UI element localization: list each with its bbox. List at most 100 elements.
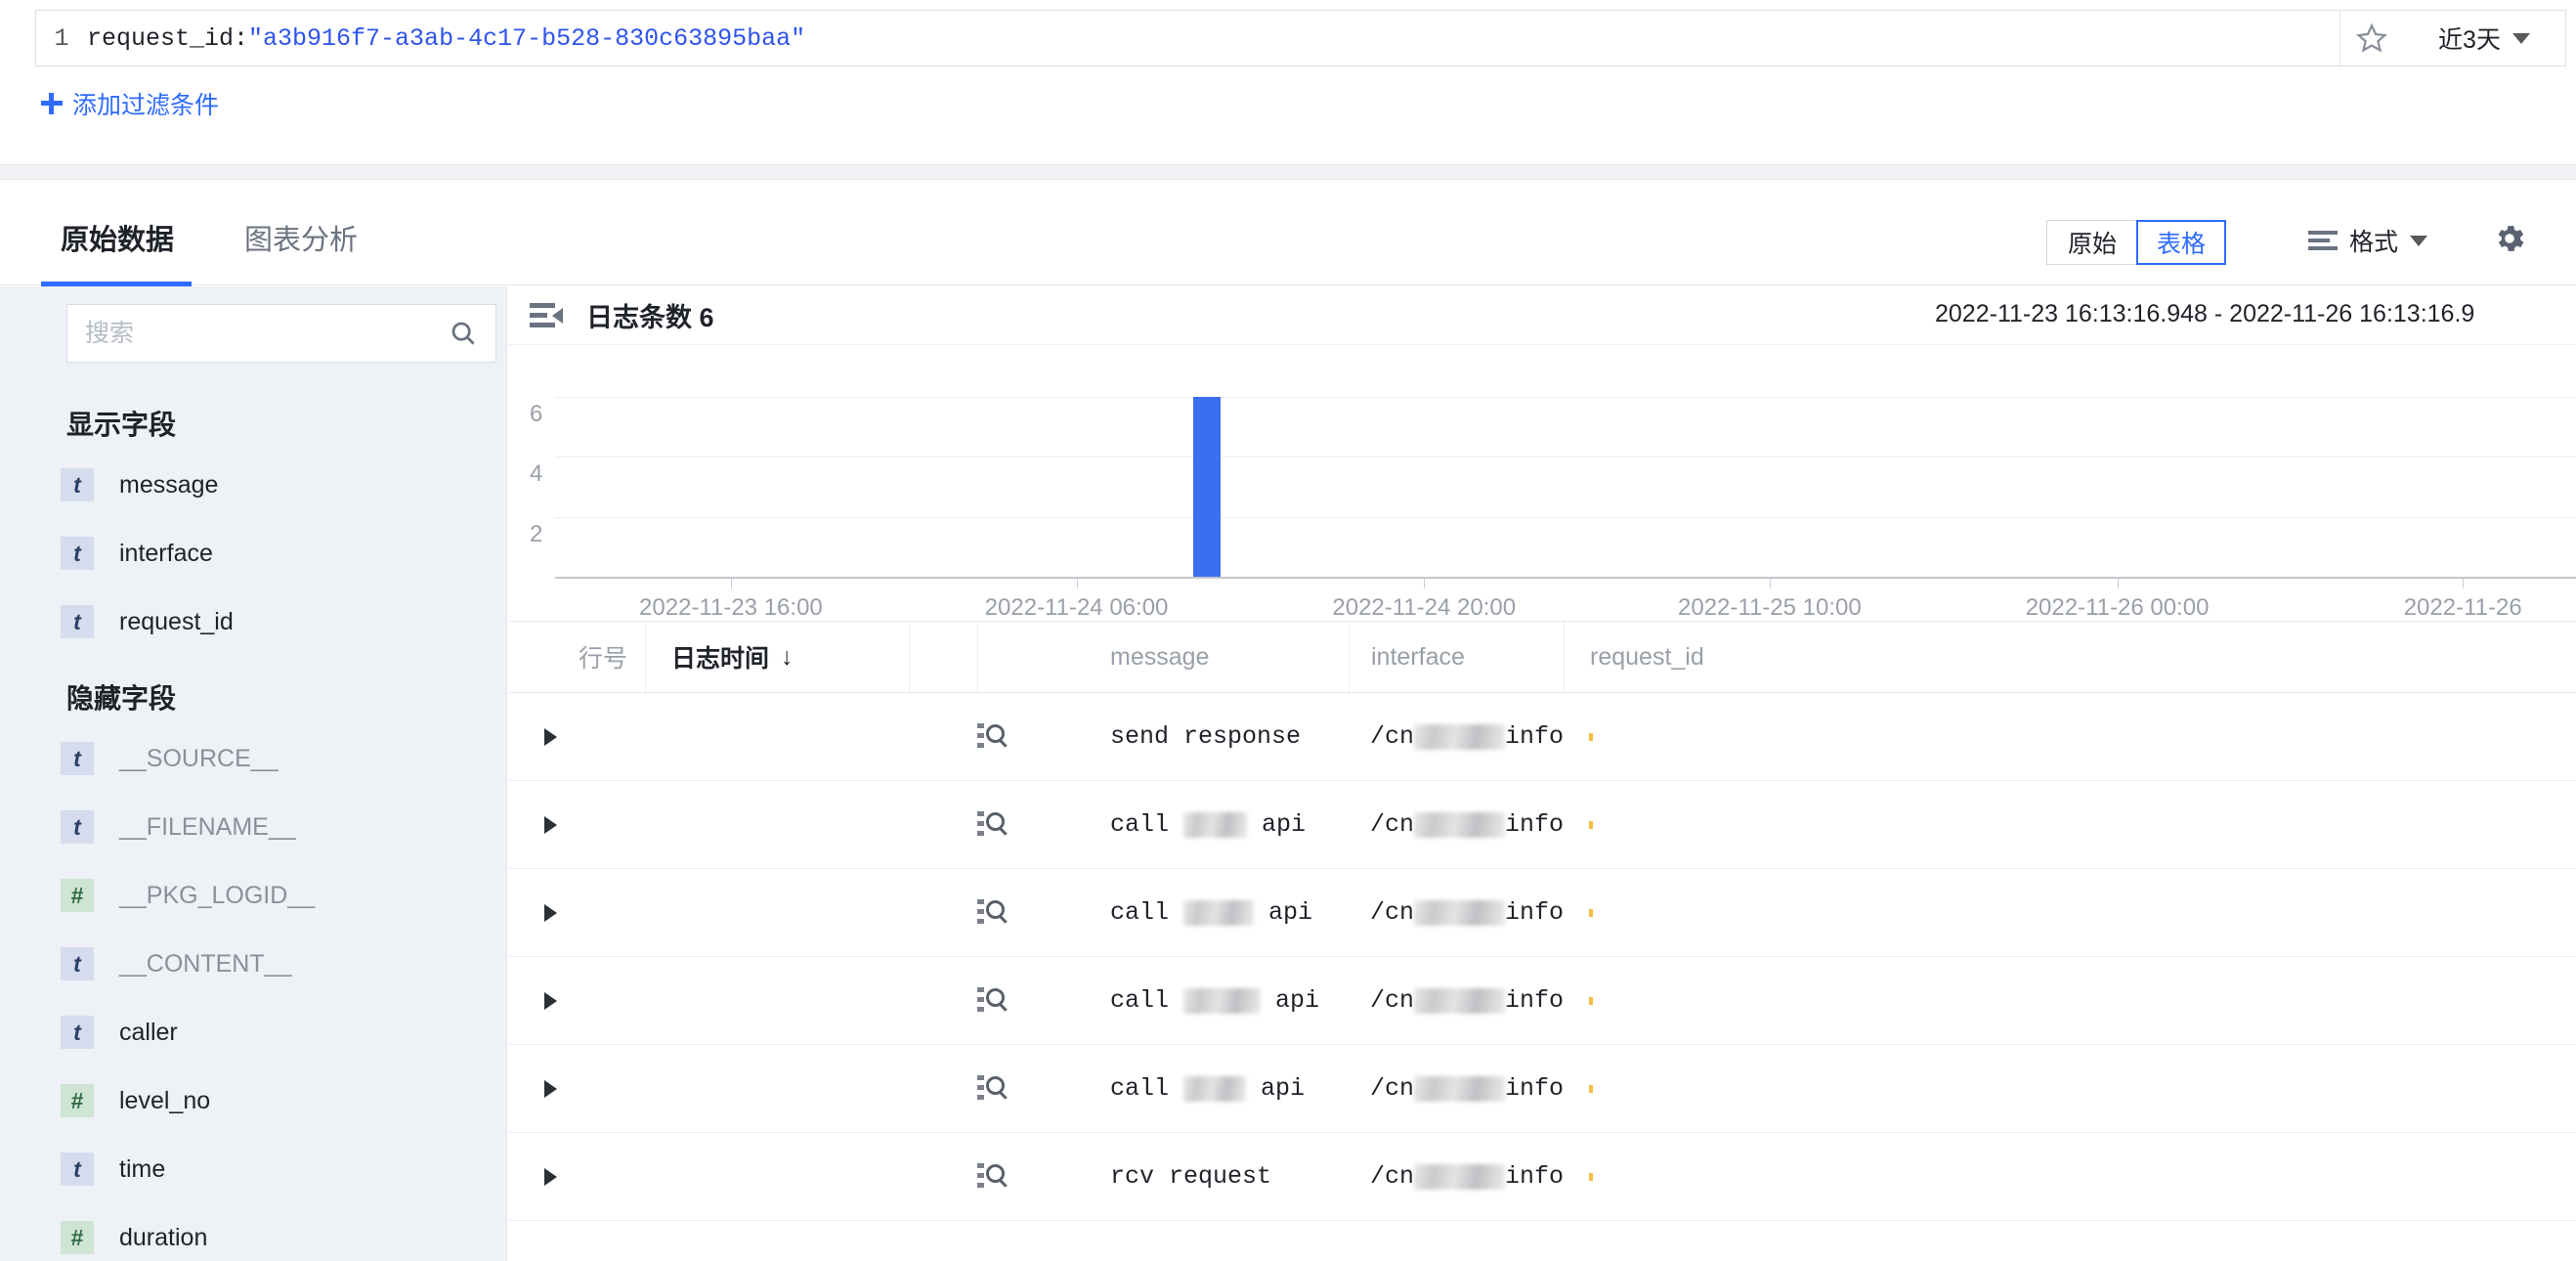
request-id-highlight: [1589, 908, 1593, 917]
field-row[interactable]: t message: [61, 451, 491, 519]
tab-chart-analysis[interactable]: 图表分析: [244, 217, 358, 258]
format-label: 格式: [2348, 229, 2398, 256]
chart-title: 日志条数 6: [586, 303, 714, 332]
interface-suffix: info: [1504, 722, 1564, 751]
field-row[interactable]: t __CONTENT__: [61, 930, 491, 998]
field-row[interactable]: t time: [61, 1135, 491, 1203]
redacted-text: [1183, 899, 1255, 926]
field-row[interactable]: t interface: [61, 519, 491, 587]
table-header-log-time[interactable]: 日志时间 ↓: [645, 621, 909, 693]
tab-raw-data[interactable]: 原始数据: [61, 217, 174, 258]
time-range-picker[interactable]: 近3天: [2403, 11, 2565, 65]
cell-query-action[interactable]: [977, 957, 1085, 1045]
cell-interface: /cn info: [1349, 693, 1564, 781]
field-name: __CONTENT__: [119, 949, 292, 978]
cell-row-no: [557, 957, 645, 1045]
search-detail-icon[interactable]: [977, 985, 1009, 1017]
redacted-text: [1414, 987, 1505, 1014]
table-row[interactable]: rcv request/cn info: [508, 1133, 2576, 1221]
text-field-icon: t: [61, 605, 94, 638]
interface-prefix: /cn: [1370, 810, 1415, 839]
star-icon[interactable]: [2340, 11, 2403, 65]
row-expand-toggle[interactable]: [508, 1045, 557, 1133]
field-row[interactable]: # duration: [61, 1203, 491, 1261]
text-field-icon: t: [61, 1152, 94, 1186]
cell-query-action[interactable]: [977, 869, 1085, 957]
field-name: interface: [119, 539, 213, 567]
search-input[interactable]: [85, 319, 449, 348]
view-mode-table[interactable]: 表格: [2136, 220, 2226, 265]
cell-query-action[interactable]: [977, 1045, 1085, 1133]
chart-gridline: [555, 516, 2576, 518]
format-button[interactable]: 格式: [2307, 223, 2427, 258]
cell-spacer: [909, 1045, 977, 1133]
message-suffix: api: [1246, 1074, 1306, 1103]
add-filter-label: 添加过滤条件: [72, 92, 220, 119]
field-row[interactable]: t request_id: [61, 587, 491, 656]
table-body: send response/cn info call api/cn info call …: [508, 693, 2576, 1221]
cell-row-no: [557, 693, 645, 781]
text-field-icon: t: [61, 810, 94, 844]
row-expand-toggle[interactable]: [508, 693, 557, 781]
table-header-message: message: [1110, 642, 1210, 671]
cell-query-action[interactable]: [977, 1133, 1085, 1221]
redacted-text: [1183, 1075, 1247, 1102]
field-row[interactable]: t caller: [61, 998, 491, 1066]
interface-suffix: info: [1504, 1162, 1564, 1191]
cell-query-action[interactable]: [977, 693, 1085, 781]
search-detail-icon[interactable]: [977, 809, 1009, 841]
log-count-histogram[interactable]: 2 4 6 2022-11-23 16:00 2022-11-24 06:00 2022-…: [508, 345, 2576, 621]
row-expand-toggle[interactable]: [508, 1133, 557, 1221]
request-id-highlight: [1589, 1084, 1593, 1093]
cell-request-id: [1564, 781, 2576, 869]
cell-message: send response: [1085, 693, 1349, 781]
arrow-down-icon: ↓: [781, 642, 794, 671]
cell-query-action[interactable]: [977, 781, 1085, 869]
interface-suffix: info: [1504, 810, 1564, 839]
row-expand-toggle[interactable]: [508, 957, 557, 1045]
redacted-text: [1183, 987, 1262, 1014]
message-prefix: call: [1110, 810, 1184, 839]
chart-x-tick-label: 2022-11-25 10:00: [1678, 594, 1862, 621]
chart-bar[interactable]: [1193, 396, 1222, 577]
table-row[interactable]: send response/cn info: [508, 693, 2576, 781]
field-name: level_no: [119, 1086, 211, 1114]
table-row[interactable]: call api/cn info: [508, 1045, 2576, 1133]
gear-icon[interactable]: [2492, 221, 2527, 261]
chart-gridline: [555, 396, 2576, 398]
cell-request-id: [1564, 869, 2576, 957]
field-row[interactable]: t __SOURCE__: [61, 724, 491, 793]
sidebar-search-box[interactable]: [66, 304, 496, 363]
search-detail-icon[interactable]: [977, 1073, 1009, 1105]
search-detail-icon[interactable]: [977, 897, 1009, 929]
row-expand-toggle[interactable]: [508, 781, 557, 869]
table-row[interactable]: call api/cn info: [508, 869, 2576, 957]
cell-interface: /cn info: [1349, 957, 1564, 1045]
field-row[interactable]: t __FILENAME__: [61, 793, 491, 861]
hidden-fields-title: 隐藏字段: [66, 683, 177, 714]
field-row[interactable]: # __PKG_LOGID__: [61, 861, 491, 930]
cell-interface: /cn info: [1349, 1133, 1564, 1221]
chart-x-tick-label: 2022-11-26 00:00: [2025, 594, 2210, 621]
query-input[interactable]: 1 request_id:"a3b916f7-a3ab-4c17-b528-83…: [36, 11, 2340, 65]
number-field-icon: #: [61, 1084, 94, 1117]
log-table: 行号 日志时间 ↓ message interface request_id s…: [508, 621, 2576, 1221]
table-row[interactable]: call api/cn info: [508, 957, 2576, 1045]
histogram-icon[interactable]: [530, 302, 563, 328]
search-detail-icon[interactable]: [977, 1161, 1009, 1193]
message-prefix: rcv request: [1110, 1162, 1272, 1191]
row-expand-toggle[interactable]: [508, 869, 557, 957]
cell-message: rcv request: [1085, 1133, 1349, 1221]
section-divider: [0, 164, 2576, 180]
chart-x-tick-label: 2022-11-23 16:00: [639, 594, 823, 621]
redacted-text: [1414, 723, 1505, 750]
field-name: caller: [119, 1018, 178, 1046]
table-header-expand: [508, 621, 557, 693]
table-row[interactable]: call api/cn info: [508, 781, 2576, 869]
chevron-down-icon: [2512, 32, 2530, 44]
search-detail-icon[interactable]: [977, 721, 1009, 753]
add-filter-button[interactable]: 添加过滤条件: [41, 86, 219, 121]
view-mode-raw[interactable]: 原始: [2047, 221, 2137, 264]
cell-spacer: [909, 869, 977, 957]
field-row[interactable]: # level_no: [61, 1066, 491, 1135]
